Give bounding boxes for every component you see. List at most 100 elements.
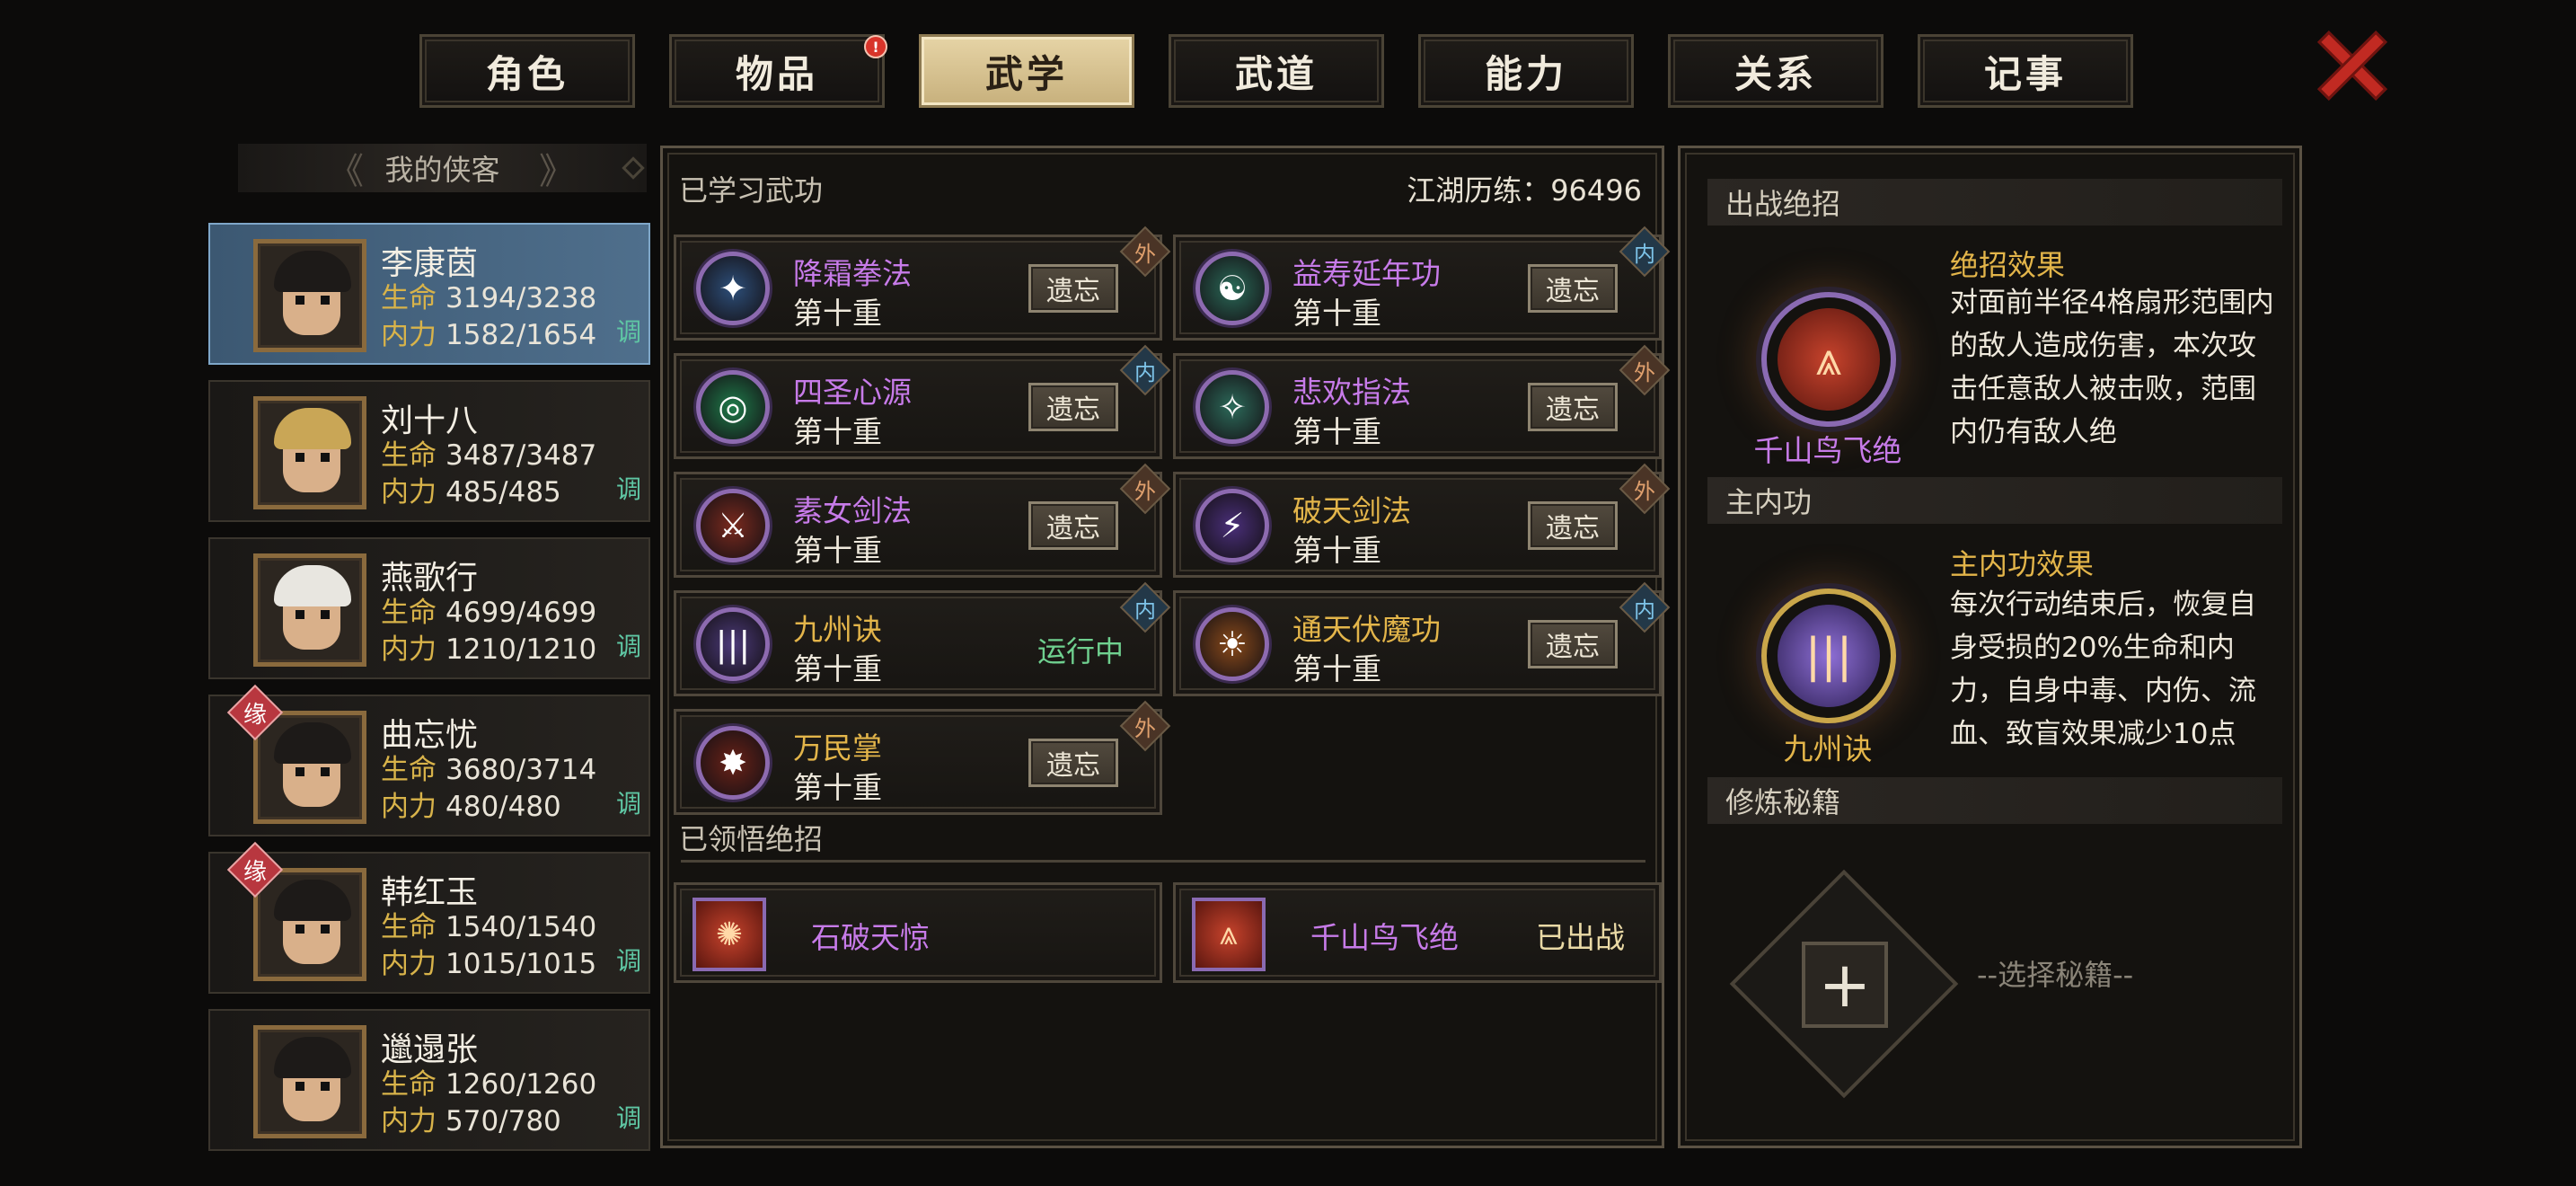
secret-book-header: 修炼秘籍 bbox=[1707, 777, 2282, 824]
skill-name: 素女剑法 bbox=[793, 493, 912, 528]
skill-card[interactable]: ✸ 万民掌 第十重 遗忘外 bbox=[674, 700, 1171, 815]
hp-stat: 生命 3194/3238 bbox=[381, 282, 597, 314]
character-card[interactable]: 邋遢张 生命 1260/1260 内力 570/780 调 bbox=[208, 1009, 650, 1151]
mp-stat: 内力 570/780 bbox=[381, 1105, 561, 1137]
skill-name: 降霜拳法 bbox=[793, 256, 912, 291]
ultimate-effect-text: 对面前半径4格扇形范围内的敌人造成伤害，本次攻击任意敌人被击败，范围内仍有敌人绝 bbox=[1950, 287, 2274, 448]
skill-type-tag: 外 bbox=[1619, 344, 1671, 396]
adjust-button[interactable]: 调 bbox=[616, 1099, 641, 1135]
hp-stat: 生命 3680/3714 bbox=[381, 754, 597, 786]
skill-card[interactable]: ☯ 益寿延年功 第十重 遗忘内 bbox=[1173, 226, 1671, 341]
character-card[interactable]: 燕歌行 生命 4699/4699 内力 1210/1210 调 bbox=[208, 537, 650, 679]
inner-effect-text: 每次行动结束后，恢复自身受损的20%生命和内力，自身中毒、内伤、流血、致盲效果减… bbox=[1950, 589, 2256, 750]
skill-card[interactable]: ◎ 四圣心源 第十重 遗忘内 bbox=[674, 344, 1171, 459]
inner-skill-name: 九州诀 bbox=[1783, 731, 1873, 766]
my-heroes-header: 我的侠客 bbox=[238, 142, 647, 194]
ultimates-title: 已领悟绝招 bbox=[679, 822, 824, 856]
skill-type-tag: 外 bbox=[1119, 700, 1171, 752]
rock-burst-icon: ✺ bbox=[693, 898, 766, 971]
tab-label: 关系 bbox=[1734, 51, 1817, 96]
mountain-icon: ⩓ bbox=[1192, 898, 1266, 971]
forget-button[interactable]: 遗忘 bbox=[1028, 501, 1118, 550]
hp-stat: 生命 4699/4699 bbox=[381, 597, 597, 629]
skill-level: 第十重 bbox=[793, 770, 882, 805]
tab-martial-way[interactable]: 武道 bbox=[1169, 34, 1384, 108]
skill-name: 万民掌 bbox=[793, 730, 882, 766]
character-card[interactable]: 缘 韩红玉 生命 1540/1540 内力 1015/1015 调 bbox=[208, 841, 650, 994]
swirl-icon: ◎ bbox=[696, 370, 770, 444]
tab-relations[interactable]: 关系 bbox=[1668, 34, 1883, 108]
adjust-button[interactable]: 调 bbox=[616, 313, 641, 349]
skill-card[interactable]: ⚡ 破天剑法 第十重 遗忘外 bbox=[1173, 463, 1671, 578]
tab-ability[interactable]: 能力 bbox=[1418, 34, 1634, 108]
skill-type-tag: 内 bbox=[1119, 581, 1171, 633]
ultimate-card[interactable]: ✺ 石破天惊 bbox=[674, 882, 1162, 983]
tab-martial-arts[interactable]: 武学 bbox=[919, 34, 1134, 108]
forget-button[interactable]: 遗忘 bbox=[1528, 620, 1618, 668]
skill-card[interactable]: ⚔ 素女剑法 第十重 遗忘外 bbox=[674, 463, 1171, 578]
skill-name: 九州诀 bbox=[793, 612, 882, 647]
adjust-button[interactable]: 调 bbox=[616, 784, 641, 820]
ultimate-status: 已出战 bbox=[1536, 920, 1625, 955]
mp-stat: 内力 485/485 bbox=[381, 476, 561, 509]
battle-skill-name: 千山鸟飞绝 bbox=[1753, 433, 1902, 468]
adjust-button[interactable]: 调 bbox=[616, 627, 641, 663]
forget-button[interactable]: 遗忘 bbox=[1528, 501, 1618, 550]
select-secret-hint[interactable]: --选择秘籍-- bbox=[1977, 952, 2133, 994]
character-card[interactable]: 李康茵 生命 3194/3238 内力 1582/1654 调 bbox=[208, 223, 650, 365]
character-portrait bbox=[253, 1025, 366, 1138]
jianghu-experience: 江湖历练：96496 bbox=[1407, 173, 1642, 208]
mp-stat: 内力 1015/1015 bbox=[381, 948, 597, 980]
adjust-button[interactable]: 调 bbox=[616, 470, 641, 506]
section-divider bbox=[681, 860, 1645, 863]
tab-label: 物品 bbox=[735, 51, 818, 96]
forget-button[interactable]: 遗忘 bbox=[1028, 383, 1118, 431]
tab-label: 能力 bbox=[1484, 51, 1567, 96]
character-portrait bbox=[253, 239, 366, 352]
character-portrait bbox=[253, 396, 366, 509]
plus-icon[interactable]: + bbox=[1802, 942, 1888, 1028]
tab-label: 武学 bbox=[984, 51, 1068, 96]
forget-button[interactable]: 遗忘 bbox=[1528, 383, 1618, 431]
character-card[interactable]: 缘 曲忘忧 生命 3680/3714 内力 480/480 调 bbox=[208, 684, 650, 836]
character-list: 李康茵 生命 3194/3238 内力 1582/1654 调 刘十八 生命 3487… bbox=[208, 223, 650, 1166]
finger-strike-icon: ✧ bbox=[1195, 370, 1269, 444]
inner-effect-title: 主内功效果 bbox=[1950, 547, 2095, 581]
ultimate-card[interactable]: ⩓ 千山鸟飞绝 已出战 bbox=[1173, 882, 1662, 983]
skill-level: 第十重 bbox=[793, 533, 882, 568]
skill-name: 破天剑法 bbox=[1292, 493, 1411, 528]
pillar-icon: ||| bbox=[696, 607, 770, 681]
tab-label: 角色 bbox=[485, 51, 569, 96]
battle-skill-header: 出战绝招 bbox=[1707, 179, 2282, 226]
tab-journal[interactable]: 记事 bbox=[1918, 34, 2133, 108]
skill-type-tag: 外 bbox=[1619, 463, 1671, 515]
forget-button[interactable]: 遗忘 bbox=[1028, 739, 1118, 787]
character-card[interactable]: 刘十八 生命 3487/3487 内力 485/485 调 bbox=[208, 380, 650, 522]
detail-panel: 出战绝招 ⩓ 千山鸟飞绝 绝招效果 对面前半径4格扇形范围内的敌人造成伤害，本次… bbox=[1678, 146, 2302, 1148]
close-icon[interactable] bbox=[2304, 20, 2394, 110]
secret-book-title: 修炼秘籍 bbox=[1725, 785, 1841, 819]
skill-card[interactable]: ||| 九州诀 第十重 运行中内 bbox=[674, 581, 1171, 696]
skill-card[interactable]: ☀ 通天伏魔功 第十重 遗忘内 bbox=[1173, 581, 1671, 696]
mountain-icon[interactable]: ⩓ bbox=[1761, 292, 1896, 427]
skill-type-tag: 内 bbox=[1619, 226, 1671, 278]
tab-items[interactable]: 物品! bbox=[669, 34, 887, 108]
inner-skill-header: 主内功 bbox=[1707, 477, 2282, 524]
skill-name: 通天伏魔功 bbox=[1292, 612, 1441, 647]
tab-role[interactable]: 角色 bbox=[419, 34, 635, 108]
learned-skills-title: 已学习武功 bbox=[679, 173, 824, 208]
frost-fist-icon: ✦ bbox=[696, 252, 770, 325]
battle-skill-title: 出战绝招 bbox=[1725, 187, 1841, 221]
forget-button[interactable]: 遗忘 bbox=[1528, 264, 1618, 313]
ultimate-name: 千山鸟飞绝 bbox=[1310, 920, 1459, 955]
diamond-ornament-icon bbox=[622, 156, 645, 180]
adjust-button[interactable]: 调 bbox=[616, 942, 641, 978]
pillar-icon[interactable]: ||| bbox=[1761, 589, 1896, 723]
skill-type-tag: 外 bbox=[1119, 226, 1171, 278]
forget-button[interactable]: 遗忘 bbox=[1028, 264, 1118, 313]
hp-stat: 生命 1260/1260 bbox=[381, 1068, 597, 1101]
skill-card[interactable]: ✦ 降霜拳法 第十重 遗忘外 bbox=[674, 226, 1171, 341]
skill-card[interactable]: ✧ 悲欢指法 第十重 遗忘外 bbox=[1173, 344, 1671, 459]
sword-slash-icon: ⚡ bbox=[1195, 489, 1269, 562]
skill-name: 益寿延年功 bbox=[1292, 256, 1441, 291]
